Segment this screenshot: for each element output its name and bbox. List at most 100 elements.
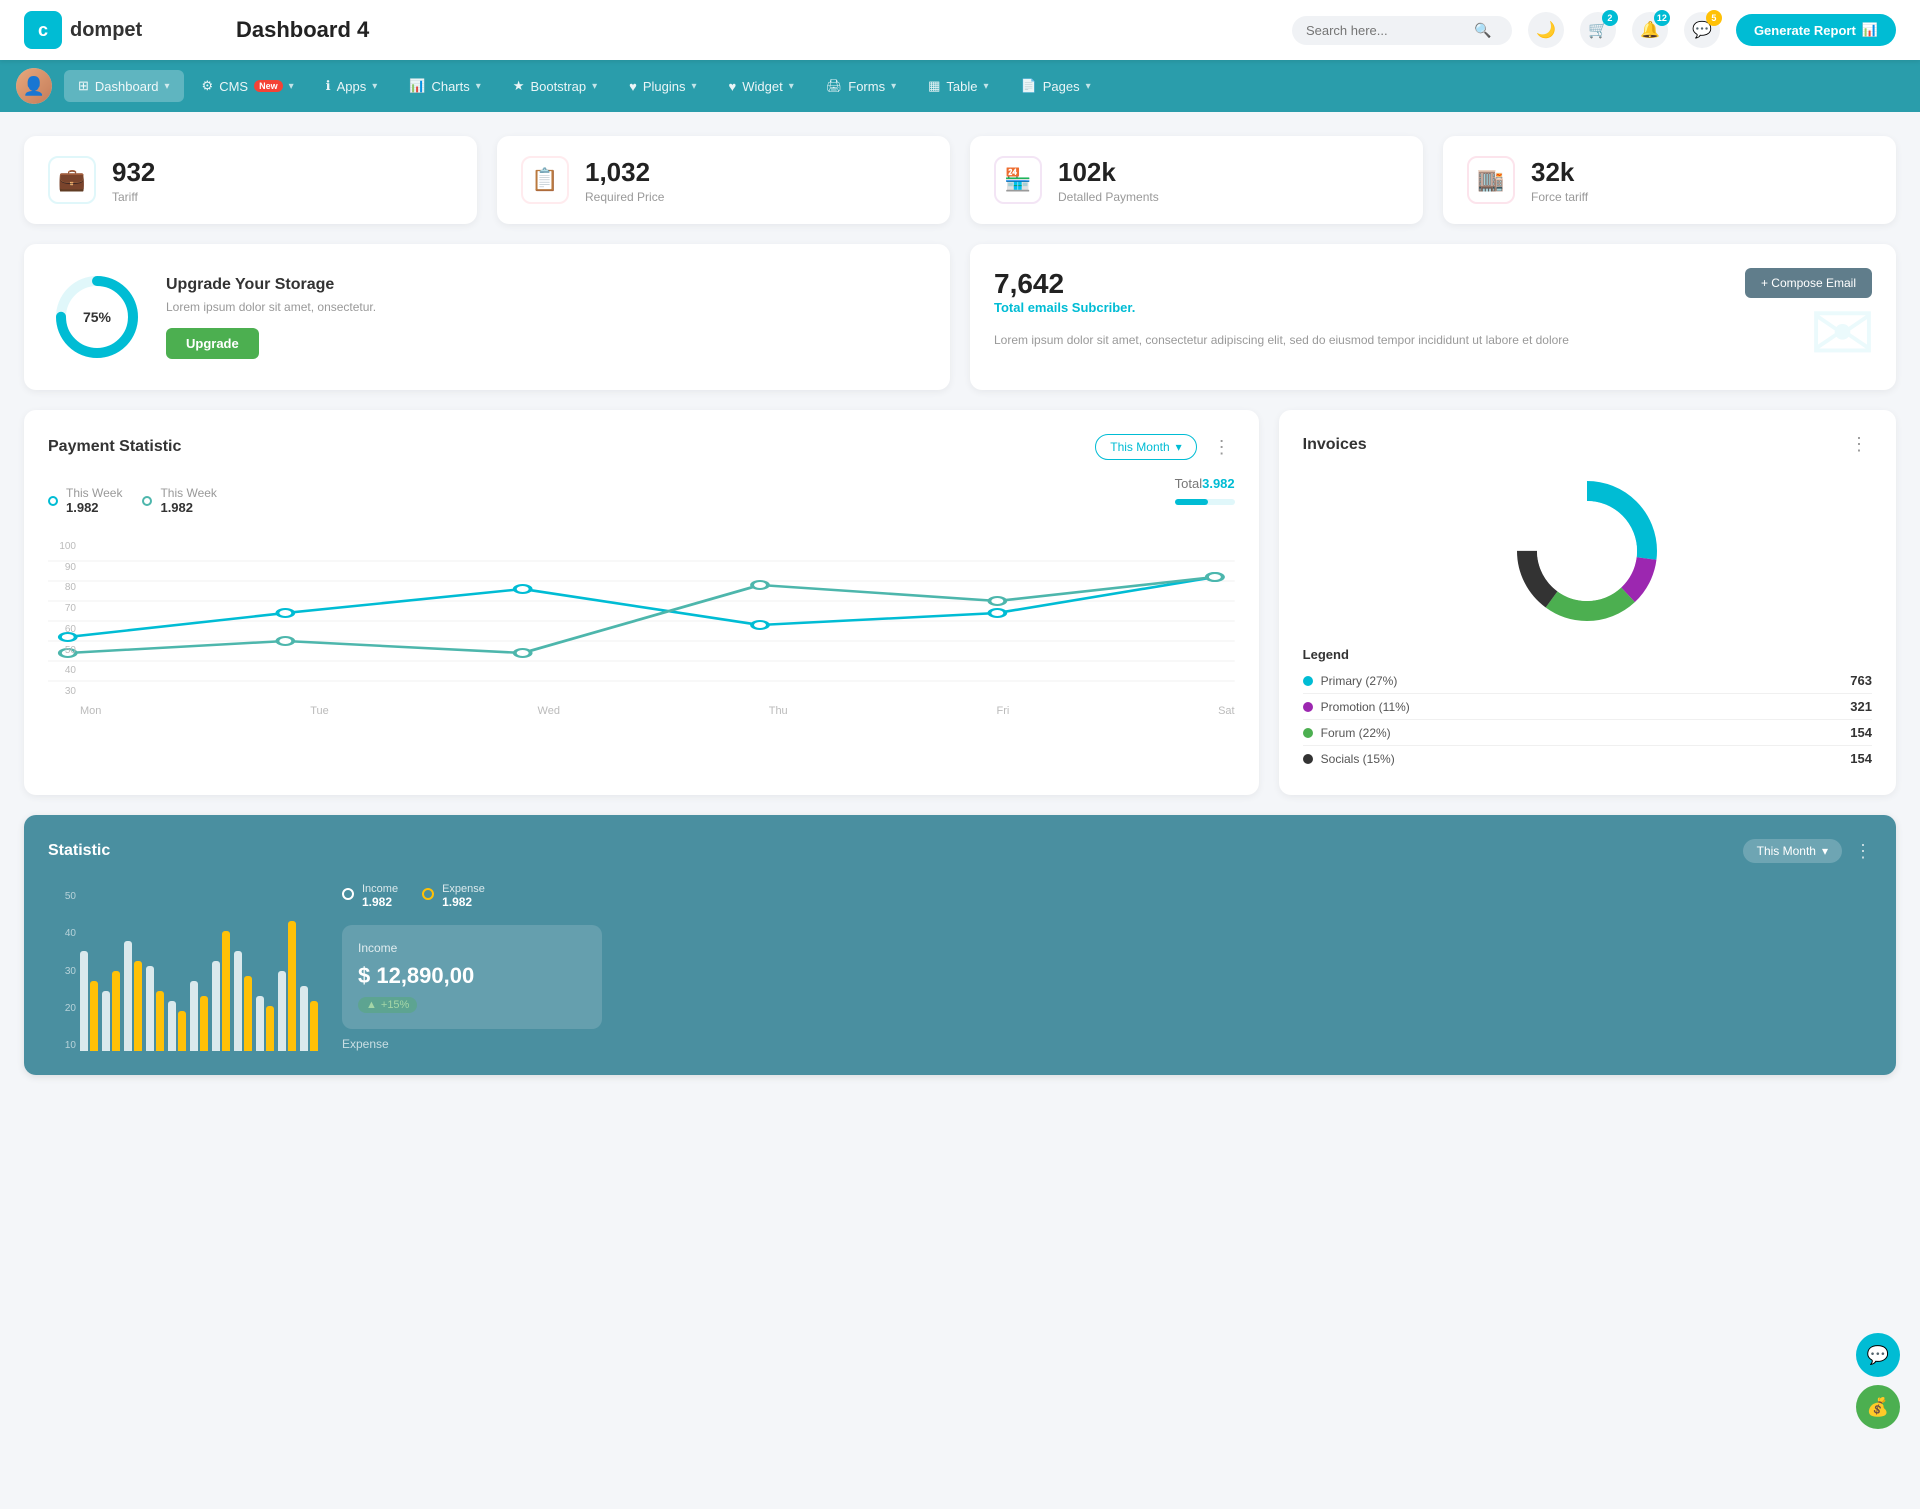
force-tariff-label: Force tariff [1531,190,1588,204]
chat-badge: 5 [1706,10,1722,26]
payments-icon: 🏪 [994,156,1042,204]
statistic-more-button[interactable]: ⋮ [1854,841,1872,862]
stat-card-info: 932 Tariff [112,157,155,204]
nav-item-cms[interactable]: ⚙ CMS New ▾ [188,70,308,102]
line-chart-svg [48,541,1235,701]
bell-btn[interactable]: 🔔 12 [1632,12,1668,48]
invoices-card: Invoices ⋮ Legend [1279,410,1896,795]
stat-cards-row: 💼 932 Tariff 📋 1,032 Required Price 🏪 10… [24,136,1896,224]
bar-yellow-7 [222,931,230,1051]
bar-group-2 [102,971,120,1051]
income-badge: ▲ +15% [358,997,417,1013]
total-val: 3.982 [1202,476,1235,491]
socials-dot [1303,754,1313,764]
chevron-down-icon-pages: ▾ [1086,81,1091,92]
nav-item-apps[interactable]: ℹ Apps ▾ [312,70,392,102]
up-icon: ▲ [366,999,377,1011]
bar-group-1 [80,951,98,1051]
support-float-btn[interactable]: 💬 [1856,1333,1900,1377]
invoices-legend: Legend Primary (27%) 763 Promotion (11%)… [1303,647,1872,771]
bar-group-11 [300,986,318,1051]
nav-item-bootstrap[interactable]: ★ Bootstrap ▾ [499,70,611,102]
chevron-down-icon-apps: ▾ [372,81,377,92]
generate-report-button[interactable]: Generate Report 📊 [1736,14,1896,46]
bar-chart-wrapper: 50 40 30 20 10 [48,879,322,1051]
bar-white-10 [278,971,286,1051]
email-count: 7,642 [994,268,1135,300]
cart-btn[interactable]: 🛒 2 [1580,12,1616,48]
legend-promotion: Promotion (11%) 321 [1303,694,1872,720]
dark-mode-btn[interactable]: 🌙 [1528,12,1564,48]
apps-icon: ℹ [326,78,331,94]
chat-float-btn[interactable]: 💰 [1856,1385,1900,1429]
legend-info-1: This Week 1.982 [66,486,122,515]
income-legend-dot [342,888,354,900]
bell-badge: 12 [1654,10,1670,26]
nav-label-dashboard: Dashboard [95,79,159,94]
total-progress-fill [1175,499,1208,505]
upgrade-button[interactable]: Upgrade [166,328,259,359]
stat-card-force-tariff: 🏬 32k Force tariff [1443,136,1896,224]
chat-btn[interactable]: 💬 5 [1684,12,1720,48]
force-tariff-icon: 🏬 [1467,156,1515,204]
nav-label-table: Table [946,79,977,94]
bar-group-3 [124,941,142,1051]
forms-icon: 🖨 [826,78,843,94]
stat-filter-label: This Month [1757,844,1816,858]
bar-white-9 [256,996,264,1051]
nav-item-pages[interactable]: 📄 Pages ▾ [1007,70,1105,102]
nav-item-plugins[interactable]: ♥ Plugins ▾ [615,71,710,102]
x-label-wed: Wed [538,705,560,717]
income-box: Income $ 12,890,00 ▲ +15% [342,925,602,1029]
nav-item-table[interactable]: ▦ Table ▾ [914,70,1002,102]
upgrade-storage-card: 75% Upgrade Your Storage Lorem ipsum dol… [24,244,950,390]
chevron-down-icon-filter: ▾ [1176,440,1182,454]
statistic-title: Statistic [48,842,110,860]
nav-item-widget[interactable]: ♥ Widget ▾ [715,71,808,102]
search-input[interactable] [1306,23,1466,38]
bar-y-labels: 50 40 30 20 10 [48,891,76,1051]
statistic-month-filter[interactable]: This Month ▾ [1743,839,1842,863]
search-box[interactable]: 🔍 [1292,16,1512,45]
main-content: 💼 932 Tariff 📋 1,032 Required Price 🏪 10… [0,112,1920,1099]
nav-label-plugins: Plugins [643,79,686,94]
email-info: 7,642 Total emails Subcriber. [994,268,1135,323]
nav-label-pages: Pages [1043,79,1080,94]
stat-card-info-2: 1,032 Required Price [585,157,664,204]
bar-yellow-6 [200,996,208,1051]
chevron-down-icon-cms: ▾ [289,81,294,92]
chevron-down-icon-bootstrap: ▾ [592,81,597,92]
invoices-card-header: Invoices ⋮ [1303,434,1872,455]
middle-row: 75% Upgrade Your Storage Lorem ipsum dol… [24,244,1896,390]
bar-group-6 [190,981,208,1051]
payments-value: 102k [1058,157,1159,188]
force-tariff-value: 32k [1531,157,1588,188]
stat-right-panel: Income 1.982 Expense 1.982 Income $ [322,879,602,1051]
nav-item-forms[interactable]: 🖨 Forms ▾ [812,70,910,102]
bars-container [76,891,322,1051]
upgrade-title: Upgrade Your Storage [166,276,376,294]
payment-legend: This Week 1.982 This Week 1.982 Total 3.… [48,476,1235,525]
logo-area: c dompet [24,11,204,49]
nav-item-dashboard[interactable]: ⊞ Dashboard ▾ [64,70,184,102]
plugins-icon: ♥ [629,79,637,94]
payment-more-button[interactable]: ⋮ [1209,437,1235,458]
invoices-more-button[interactable]: ⋮ [1846,434,1872,455]
y-axis-labels: 100 90 80 70 60 50 40 30 [48,541,76,697]
nav-item-charts[interactable]: 📊 Charts ▾ [395,70,495,102]
chevron-down-icon-stat: ▾ [1822,844,1828,858]
bar-white-8 [234,951,242,1051]
tariff-label: Tariff [112,190,155,204]
primary-label: Primary (27%) [1321,674,1843,688]
logo-text: dompet [70,19,142,42]
invoices-title: Invoices [1303,436,1367,454]
forum-dot [1303,728,1313,738]
user-avatar: 👤 [16,68,52,104]
income-legend-item: Income 1.982 [342,879,398,909]
bar-white-4 [146,966,154,1051]
stat-card-required-price: 📋 1,032 Required Price [497,136,950,224]
payment-month-filter[interactable]: This Month ▾ [1095,434,1196,460]
nav-label-widget: Widget [742,79,782,94]
bar-white-1 [80,951,88,1051]
bar-white-2 [102,991,110,1051]
